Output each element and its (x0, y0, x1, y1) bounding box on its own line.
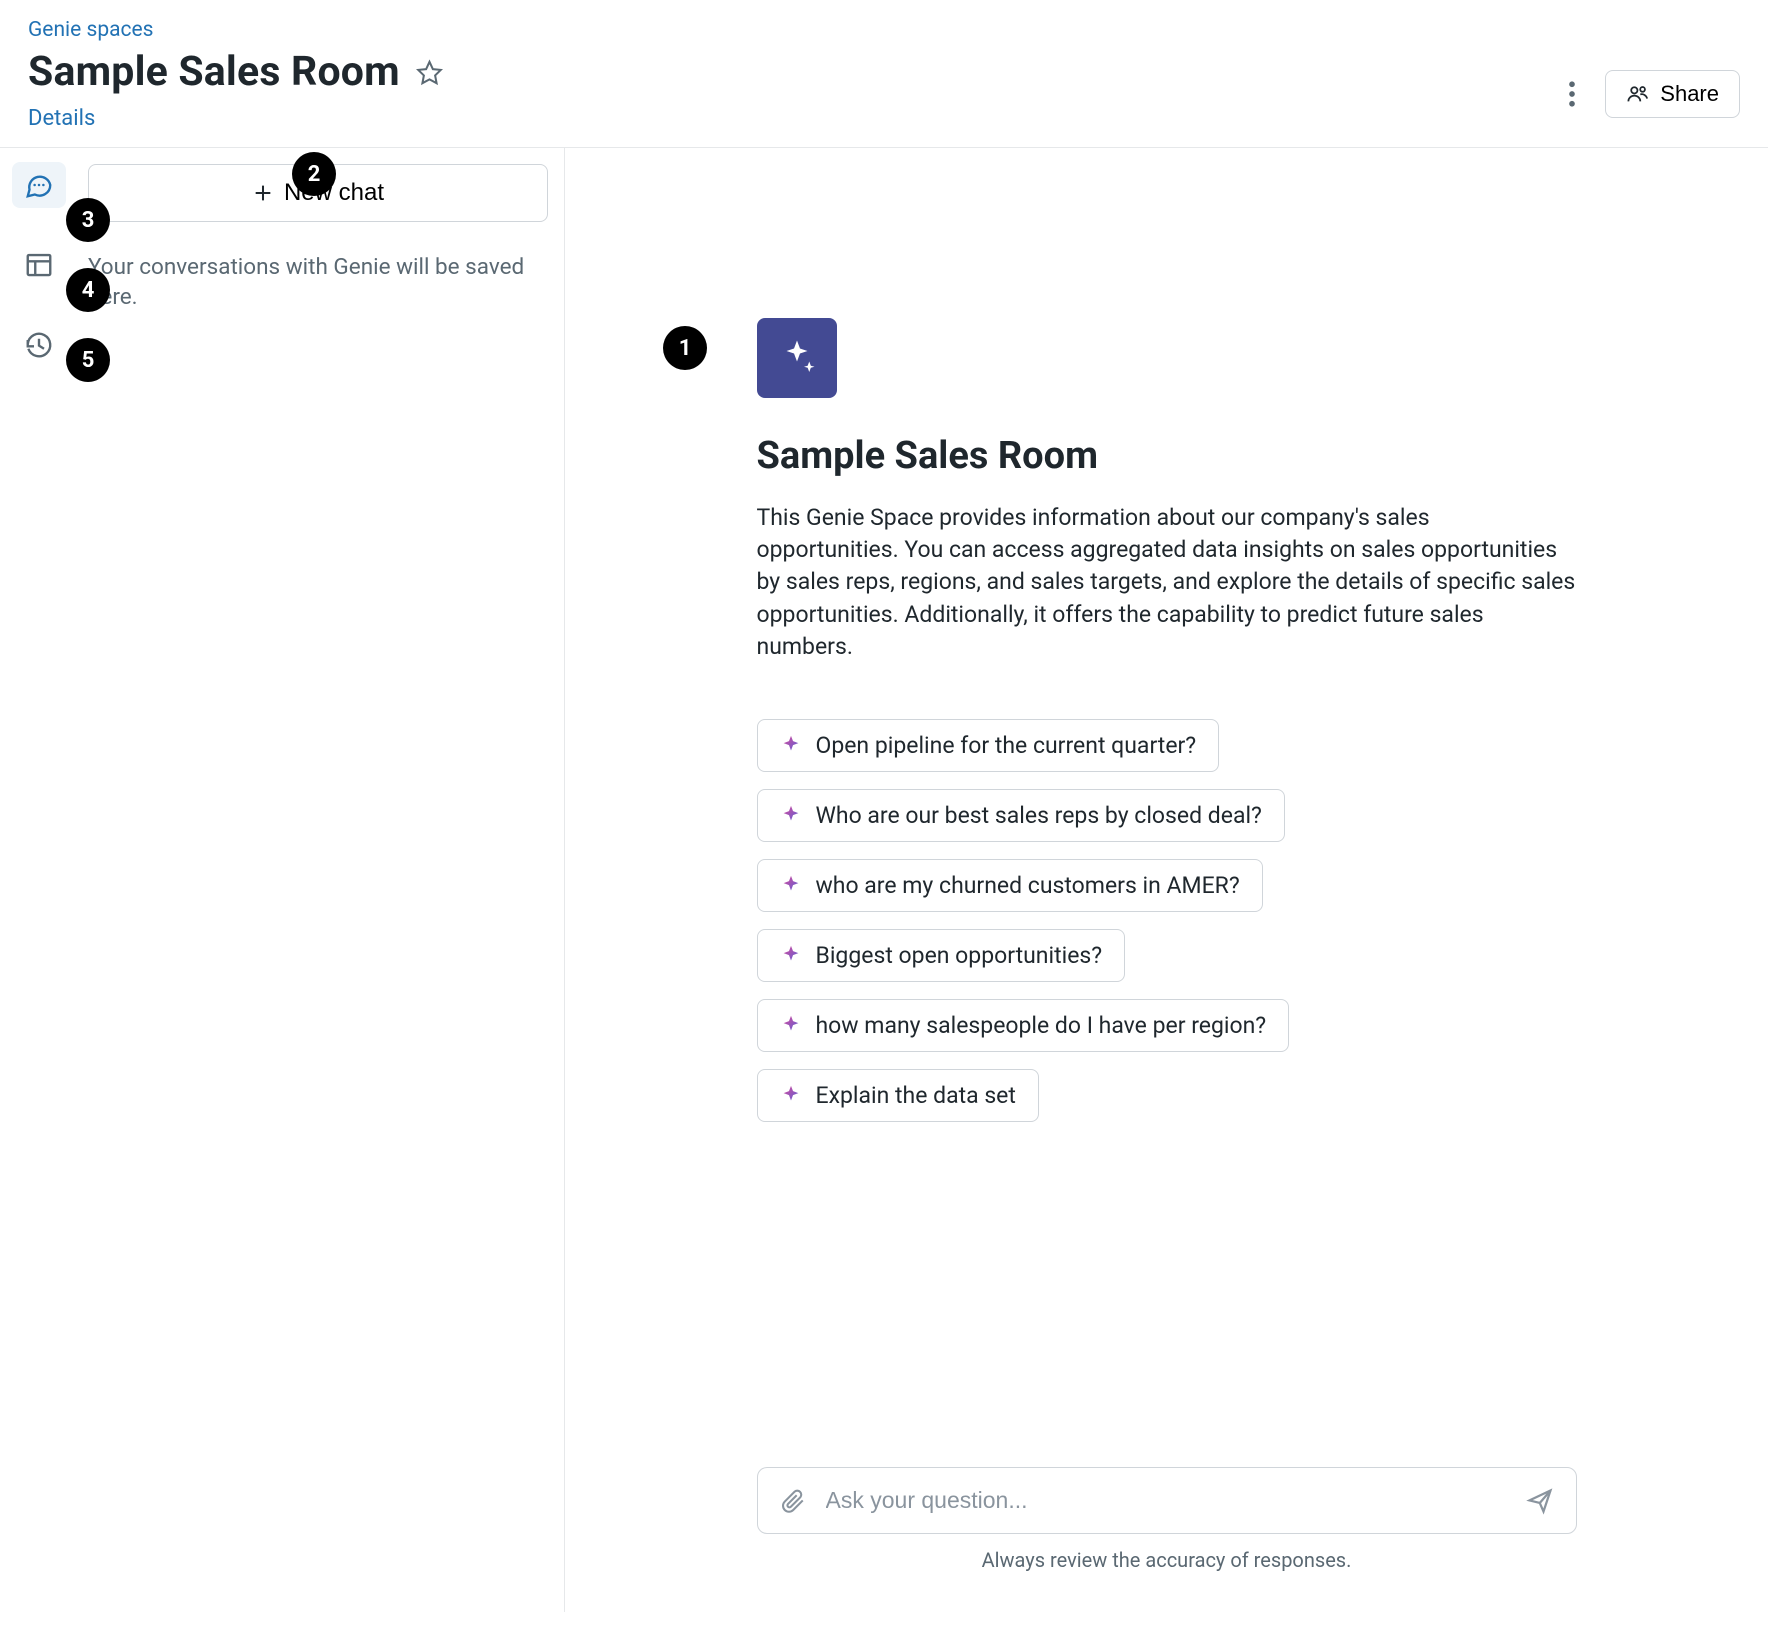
prompt-chip-label: Explain the data set (816, 1082, 1016, 1109)
accuracy-disclaimer: Always review the accuracy of responses. (757, 1548, 1577, 1572)
space-title: Sample Sales Room (757, 434, 1577, 478)
prompt-chip-label: Biggest open opportunities? (816, 942, 1103, 969)
kebab-icon (1568, 81, 1576, 107)
sparkle-icon (780, 944, 802, 966)
details-link[interactable]: Details (28, 106, 95, 131)
sparkle-icon (780, 1084, 802, 1106)
breadcrumb-link[interactable]: Genie spaces (28, 18, 154, 42)
share-button[interactable]: Share (1605, 70, 1740, 118)
callout-2: 2 (292, 152, 336, 196)
callout-1: 1 (663, 326, 707, 370)
nav-chat-button[interactable] (12, 162, 66, 208)
prompt-chip[interactable]: how many salespeople do I have per regio… (757, 999, 1290, 1052)
conversations-panel: New chat Your conversations with Genie w… (78, 148, 565, 1612)
share-button-label: Share (1660, 81, 1719, 107)
sparkle-icon (780, 804, 802, 826)
star-icon (416, 59, 443, 86)
send-icon (1526, 1487, 1554, 1515)
page-title: Sample Sales Room (28, 48, 400, 96)
plus-icon (252, 182, 274, 204)
send-button[interactable] (1526, 1487, 1554, 1515)
prompt-chip-label: who are my churned customers in AMER? (816, 872, 1240, 899)
page-header: Genie spaces Sample Sales Room Details S… (0, 0, 1768, 148)
prompt-chip[interactable]: Biggest open opportunities? (757, 929, 1126, 982)
prompt-chip-label: Who are our best sales reps by closed de… (816, 802, 1262, 829)
more-actions-button[interactable] (1551, 73, 1593, 115)
sparkle-icon (780, 734, 802, 756)
nav-data-button[interactable] (12, 242, 66, 288)
suggested-prompts: Open pipeline for the current quarter? W… (757, 719, 1577, 1122)
callout-3: 3 (66, 198, 110, 242)
table-icon (24, 250, 54, 280)
history-icon (24, 330, 54, 360)
prompt-chip-label: how many salespeople do I have per regio… (816, 1012, 1267, 1039)
prompt-chip[interactable]: Open pipeline for the current quarter? (757, 719, 1220, 772)
chat-main: Sample Sales Room This Genie Space provi… (565, 148, 1768, 1612)
prompt-chip[interactable]: who are my churned customers in AMER? (757, 859, 1263, 912)
chat-input-bar (757, 1467, 1577, 1534)
people-icon (1626, 83, 1650, 105)
attach-button[interactable] (780, 1488, 806, 1514)
paperclip-icon (780, 1488, 806, 1514)
prompt-chip-label: Open pipeline for the current quarter? (816, 732, 1197, 759)
sparkle-icon (776, 337, 818, 379)
favorite-star-button[interactable] (414, 56, 446, 88)
prompt-chip[interactable]: Who are our best sales reps by closed de… (757, 789, 1285, 842)
prompt-chip[interactable]: Explain the data set (757, 1069, 1039, 1122)
chat-icon (24, 170, 54, 200)
space-description: This Genie Space provides information ab… (757, 502, 1577, 663)
genie-avatar-tile (757, 318, 837, 398)
conversations-empty-note: Your conversations with Genie will be sa… (88, 252, 548, 313)
sparkle-icon (780, 874, 802, 896)
chat-input[interactable] (824, 1486, 1508, 1515)
nav-history-button[interactable] (12, 322, 66, 368)
sparkle-icon (780, 1014, 802, 1036)
left-nav-rail (0, 148, 78, 1612)
callout-4: 4 (66, 268, 110, 312)
callout-5: 5 (66, 338, 110, 382)
